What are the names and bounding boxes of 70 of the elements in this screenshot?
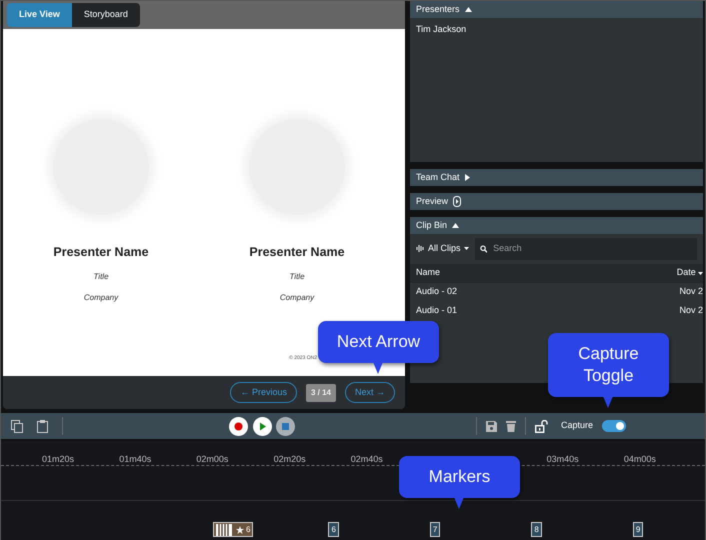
stop-icon xyxy=(281,422,290,430)
collapse-caret-icon[interactable] xyxy=(464,7,472,12)
marker[interactable]: 6 xyxy=(213,522,254,537)
callout: Capture Toggle xyxy=(548,333,669,397)
stop-button[interactable] xyxy=(276,416,295,436)
caret-icon xyxy=(464,247,469,250)
presenter-title: Title xyxy=(93,270,109,283)
filter-dropdown[interactable]: All Clips xyxy=(416,238,469,260)
panel-title: Presenters xyxy=(416,2,460,16)
time-label: 01m40s xyxy=(119,453,152,465)
presenter-title: Title xyxy=(289,270,305,283)
marker[interactable]: 8 xyxy=(531,522,542,537)
callout: Markers xyxy=(399,456,520,498)
presenter-name: Presenter Name xyxy=(249,244,345,261)
audio-wave-icon xyxy=(416,244,425,254)
marker[interactable]: 7 xyxy=(430,522,440,537)
presenter-company: Company xyxy=(280,292,314,304)
callout-pointer xyxy=(373,362,383,374)
presenter-item: Tim Jackson xyxy=(415,23,468,36)
table-cell-text: Audio - 02 xyxy=(416,285,458,298)
stripes-icon xyxy=(216,524,232,536)
record-icon xyxy=(234,422,243,430)
play-button[interactable] xyxy=(252,416,272,436)
record-button[interactable] xyxy=(229,416,248,436)
time-label: 02m20s xyxy=(274,453,307,465)
next-button[interactable]: Next → xyxy=(344,382,395,404)
search-icon xyxy=(480,244,488,253)
tab[interactable]: Live View xyxy=(7,3,72,27)
panel-header[interactable]: Clip Bin xyxy=(410,217,703,234)
column-header[interactable]: Date xyxy=(676,266,703,280)
panel-header[interactable]: Presenters xyxy=(410,1,703,18)
callout-pointer xyxy=(454,497,464,509)
panel-title: Preview xyxy=(416,194,448,208)
table-cell-text: Nov 2 xyxy=(679,285,703,298)
time-label: 01m20s xyxy=(42,453,76,465)
panel-title: Team Chat xyxy=(416,170,460,184)
marker[interactable]: 9 xyxy=(632,522,644,537)
previous-button[interactable]: ← Previous xyxy=(230,382,297,404)
time-label: 02m40s xyxy=(350,453,384,465)
expand-caret-icon[interactable] xyxy=(464,174,470,181)
marker[interactable]: 6 xyxy=(328,522,339,537)
search-field[interactable]: Search xyxy=(474,238,697,260)
time-label: 03m40s xyxy=(546,453,580,465)
time-label: 02m00s xyxy=(196,453,230,465)
play-icon xyxy=(258,422,266,430)
collapse-caret-icon[interactable] xyxy=(452,223,460,228)
star-icon xyxy=(236,526,244,534)
sort-caret-icon xyxy=(698,272,703,274)
panel-title: Clip Bin xyxy=(416,218,448,232)
tab[interactable]: Storyboard xyxy=(72,3,140,27)
trash-icon[interactable] xyxy=(506,420,516,432)
capture-label: Capture xyxy=(561,419,594,432)
column-header[interactable]: Name xyxy=(416,266,440,280)
page-counter: 3 / 14 xyxy=(306,384,336,402)
capture-toggle[interactable] xyxy=(602,420,626,432)
clipboard-icon[interactable] xyxy=(37,420,48,432)
save-icon[interactable] xyxy=(486,420,497,432)
search-input[interactable]: Search xyxy=(491,241,692,256)
panel-header[interactable]: Preview xyxy=(410,193,703,210)
copy-icon[interactable] xyxy=(11,420,23,432)
panel-header[interactable]: Team Chat xyxy=(410,169,703,186)
callout: Next Arrow xyxy=(318,321,439,363)
table-cell-text: Audio - 01 xyxy=(416,304,458,318)
presenter-name: Presenter Name xyxy=(53,244,149,261)
time-label: 04m00s xyxy=(624,453,657,465)
table-cell-text: Nov 2 xyxy=(679,304,703,318)
callout-pointer xyxy=(603,396,613,408)
unlocked-padlock-icon[interactable] xyxy=(535,420,548,432)
presenter-company: Company xyxy=(84,292,118,304)
toggle-play-icon[interactable] xyxy=(453,196,462,207)
